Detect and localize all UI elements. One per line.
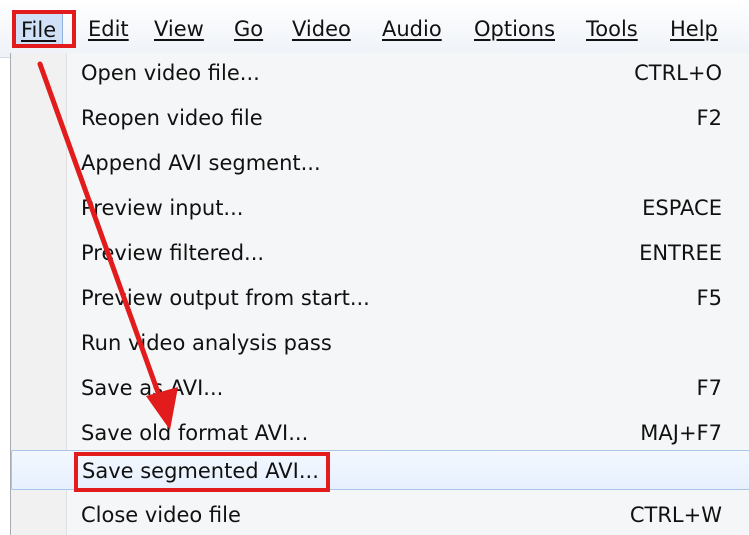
menu-help[interactable]: Help	[664, 11, 724, 47]
menu-entry-label: Preview output from start...	[81, 286, 370, 310]
file-menu-dropdown: Open video file... CTRL+O Reopen video f…	[10, 53, 749, 535]
menu-entry-preview-filtered[interactable]: Preview filtered... ENTREE	[11, 233, 749, 273]
menu-entry-label: Save as AVI...	[81, 376, 224, 400]
menu-entry-shortcut: CTRL+W	[629, 503, 722, 527]
menu-entry-save-segmented-avi[interactable]: Save segmented AVI...	[11, 450, 749, 490]
menu-audio[interactable]: Audio	[376, 11, 448, 47]
menu-options[interactable]: Options	[468, 11, 561, 47]
menu-entry-label: Reopen video file	[81, 106, 263, 130]
menu-entry-run-video-analysis[interactable]: Run video analysis pass	[11, 323, 749, 363]
menu-entry-shortcut: MAJ+F7	[640, 421, 722, 445]
menu-entry-label: Preview filtered...	[81, 241, 265, 265]
menu-entry-save-old-format-avi[interactable]: Save old format AVI... MAJ+F7	[11, 413, 749, 453]
menu-entry-label: Append AVI segment...	[81, 151, 321, 175]
menu-entry-label: Save segmented AVI...	[82, 459, 319, 483]
menu-go[interactable]: Go	[228, 11, 269, 47]
menu-entry-append-avi-segment[interactable]: Append AVI segment...	[11, 143, 749, 183]
menu-edit[interactable]: Edit	[82, 11, 135, 47]
menu-entry-label: Open video file...	[81, 61, 260, 85]
menu-video[interactable]: Video	[286, 11, 357, 47]
menu-entry-shortcut: CTRL+O	[634, 61, 722, 85]
menu-entry-save-as-avi[interactable]: Save as AVI... F7	[11, 368, 749, 408]
menu-entry-reopen-video-file[interactable]: Reopen video file F2	[11, 98, 749, 138]
menu-entry-preview-output[interactable]: Preview output from start... F5	[11, 278, 749, 318]
menu-entry-open-video-file[interactable]: Open video file... CTRL+O	[11, 53, 749, 93]
menu-entry-label: Preview input...	[81, 196, 244, 220]
menu-tools[interactable]: Tools	[580, 11, 644, 47]
menu-entry-label: Close video file	[81, 503, 241, 527]
menu-bar: File Edit View Go Video Audio Options To…	[0, 0, 749, 58]
menu-entry-shortcut: F5	[696, 286, 722, 310]
menu-view[interactable]: View	[148, 11, 210, 47]
menu-entry-label: Save old format AVI...	[81, 421, 309, 445]
menu-file[interactable]: File	[14, 11, 64, 47]
menu-entry-label: Run video analysis pass	[81, 331, 332, 355]
menu-entry-close-video-file[interactable]: Close video file CTRL+W	[11, 495, 749, 535]
menu-entry-shortcut: F7	[696, 376, 722, 400]
menu-entry-shortcut: ENTREE	[639, 241, 722, 265]
menu-entry-shortcut: F2	[696, 106, 722, 130]
menu-entry-shortcut: ESPACE	[642, 196, 722, 220]
menu-entry-preview-input[interactable]: Preview input... ESPACE	[11, 188, 749, 228]
